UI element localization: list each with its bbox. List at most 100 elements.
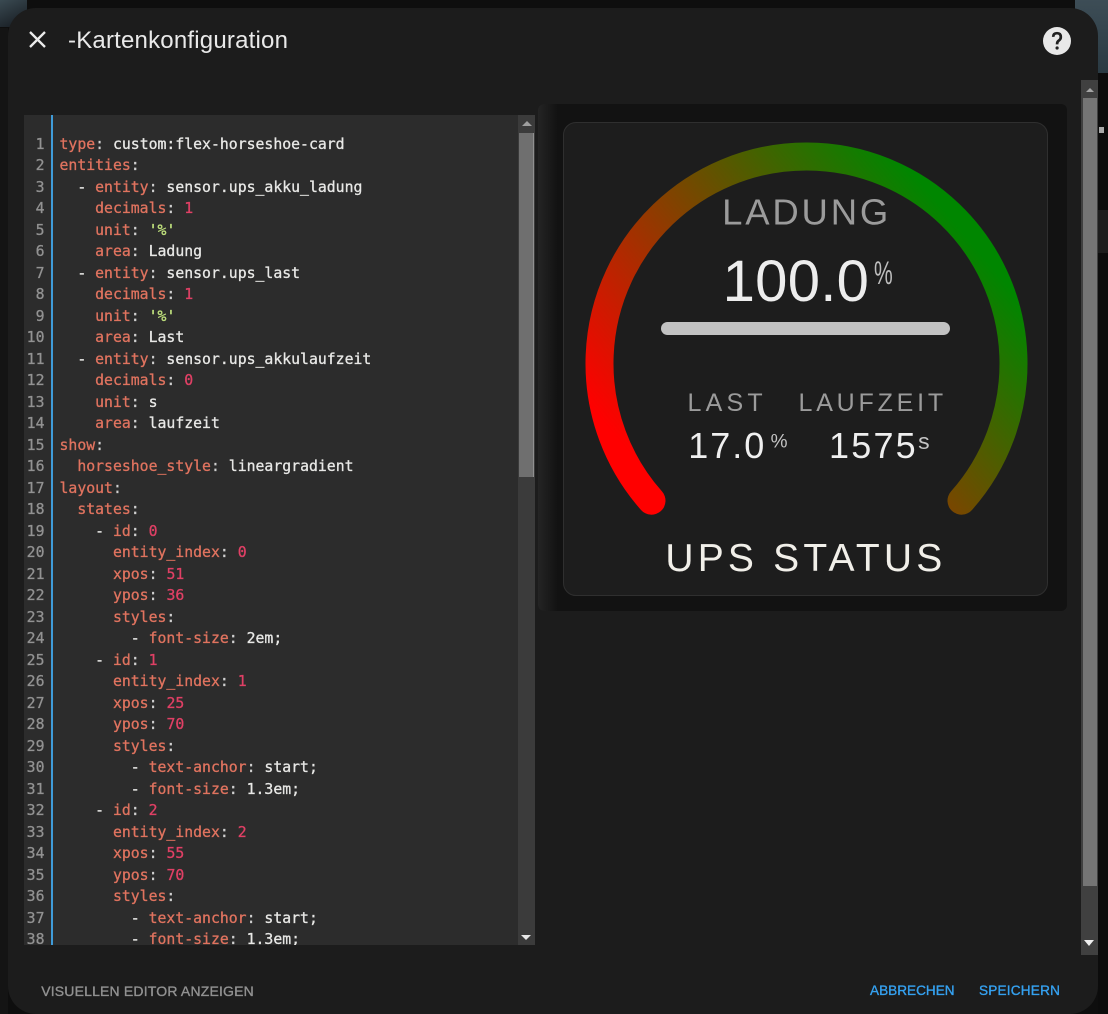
line-number: 22 bbox=[24, 585, 45, 607]
code-line: 16 horseshoe_style: lineargradient bbox=[24, 456, 518, 478]
dialog-scrollbar-up-icon[interactable] bbox=[1086, 88, 1094, 92]
code-token-w bbox=[60, 415, 96, 432]
line-number: 19 bbox=[24, 521, 45, 543]
gauge-left-unit: % bbox=[771, 431, 788, 452]
code-text: unit: s bbox=[45, 392, 158, 414]
show-visual-editor-button[interactable]: VISUELLEN EDITOR ANZEIGEN bbox=[41, 984, 254, 998]
code-token-w bbox=[140, 222, 149, 239]
code-token-p: : bbox=[166, 888, 175, 905]
line-number: 36 bbox=[24, 886, 45, 908]
code-token-k: unit bbox=[95, 308, 131, 325]
code-token-k: area bbox=[95, 415, 131, 432]
line-number: 20 bbox=[24, 542, 45, 564]
code-token-num: 0 bbox=[149, 523, 158, 540]
code-token-w: - bbox=[60, 179, 96, 196]
line-number: 29 bbox=[24, 736, 45, 758]
help-button[interactable] bbox=[1043, 27, 1071, 55]
code-token-k: unit bbox=[95, 222, 131, 239]
code-text: states: bbox=[45, 499, 140, 521]
code-line: 5 unit: '%' bbox=[24, 220, 518, 242]
gutter-accent-line bbox=[51, 115, 54, 945]
code-line: 29 styles: bbox=[24, 736, 518, 758]
cancel-button[interactable]: ABBRECHEN bbox=[870, 984, 955, 998]
line-number: 9 bbox=[24, 306, 45, 328]
line-number: 15 bbox=[24, 435, 45, 457]
line-number: 8 bbox=[24, 284, 45, 306]
code-token-w bbox=[229, 824, 238, 841]
editor-scrollbar-up-icon[interactable] bbox=[522, 121, 532, 126]
code-line: 23 styles: bbox=[24, 607, 518, 629]
editor-scrollbar-thumb[interactable] bbox=[519, 133, 534, 477]
code-line: 10 area: Last bbox=[24, 327, 518, 349]
yaml-code-editor[interactable]: 1 type: custom:flex-horseshoe-card2entiti… bbox=[24, 115, 535, 945]
code-text: - font-size: 1.3em; bbox=[45, 779, 301, 801]
line-number: 3 bbox=[24, 177, 45, 199]
gauge-left-label: LAST bbox=[688, 389, 767, 417]
code-token-k: styles bbox=[113, 738, 166, 755]
code-token-k: decimals bbox=[95, 200, 166, 217]
code-text: unit: '%' bbox=[45, 220, 176, 242]
code-token-str: '%' bbox=[149, 222, 176, 239]
code-text: - id: 1 bbox=[45, 650, 158, 672]
line-number: 35 bbox=[24, 865, 45, 887]
gauge-divider-bar bbox=[661, 322, 950, 335]
code-token-w: Ladung bbox=[140, 243, 202, 260]
code-token-p: : bbox=[166, 372, 175, 389]
code-token-k: entity_index bbox=[113, 544, 220, 561]
code-token-num: 1 bbox=[184, 200, 193, 217]
line-number: 30 bbox=[24, 757, 45, 779]
close-button[interactable] bbox=[29, 31, 65, 67]
code-token-num: 25 bbox=[166, 695, 184, 712]
code-token-w: - bbox=[60, 910, 149, 927]
save-button[interactable]: SPEICHERN bbox=[979, 984, 1060, 998]
code-token-p: : bbox=[131, 652, 140, 669]
gauge-main-unit: % bbox=[874, 255, 893, 291]
editor-scrollbar[interactable] bbox=[518, 115, 535, 945]
code-line: 4 decimals: 1 bbox=[24, 198, 518, 220]
dialog-scrollbar-down-icon[interactable] bbox=[1084, 940, 1094, 946]
code-line: 13 unit: s bbox=[24, 392, 518, 414]
code-text: decimals: 1 bbox=[45, 198, 194, 220]
code-token-w: 2em; bbox=[238, 630, 283, 647]
gauge-main-value: 100.0 bbox=[723, 249, 870, 314]
code-token-k: styles bbox=[113, 609, 166, 626]
dialog-scrollbar-thumb[interactable] bbox=[1083, 98, 1097, 886]
code-line: 2entities: bbox=[24, 155, 518, 177]
dialog-title: -Kartenkonfiguration bbox=[68, 27, 288, 55]
code-text: xpos: 25 bbox=[45, 693, 185, 715]
code-token-p: : bbox=[149, 179, 158, 196]
code-text: entities: bbox=[45, 155, 140, 177]
code-token-w: lineargradient bbox=[220, 458, 354, 475]
backdrop-sidebar-strip bbox=[0, 28, 8, 1014]
code-token-w: - bbox=[60, 802, 113, 819]
code-token-w bbox=[60, 544, 113, 561]
code-token-w bbox=[140, 308, 149, 325]
code-token-w: sensor.ups_akku_ladung bbox=[158, 179, 363, 196]
code-token-w: Last bbox=[140, 329, 185, 346]
code-token-w bbox=[60, 824, 113, 841]
code-text: decimals: 0 bbox=[45, 370, 194, 392]
editor-scrollbar-down-icon[interactable] bbox=[521, 935, 531, 940]
code-token-w bbox=[60, 222, 96, 239]
line-number: 33 bbox=[24, 822, 45, 844]
code-token-k: unit bbox=[95, 394, 131, 411]
code-text: type: custom:flex-horseshoe-card bbox=[45, 134, 345, 156]
line-number: 7 bbox=[24, 263, 45, 285]
code-token-k: xpos bbox=[113, 695, 149, 712]
code-token-k: entity bbox=[95, 351, 148, 368]
code-text: layout: bbox=[45, 478, 122, 500]
code-token-w bbox=[60, 286, 96, 303]
code-token-p: : bbox=[131, 222, 140, 239]
code-token-w bbox=[140, 802, 149, 819]
code-token-k: entities bbox=[60, 157, 131, 174]
code-token-w: sensor.ups_last bbox=[158, 265, 301, 282]
line-number: 26 bbox=[24, 671, 45, 693]
dialog-scrollbar[interactable] bbox=[1081, 80, 1098, 955]
code-text: - font-size: 1.3em; bbox=[45, 929, 301, 945]
code-token-k: text-anchor bbox=[149, 910, 247, 927]
question-mark-icon bbox=[1043, 27, 1071, 55]
line-number: 32 bbox=[24, 800, 45, 822]
code-token-p: : bbox=[149, 845, 158, 862]
code-text: - id: 2 bbox=[45, 800, 158, 822]
code-token-w bbox=[140, 523, 149, 540]
